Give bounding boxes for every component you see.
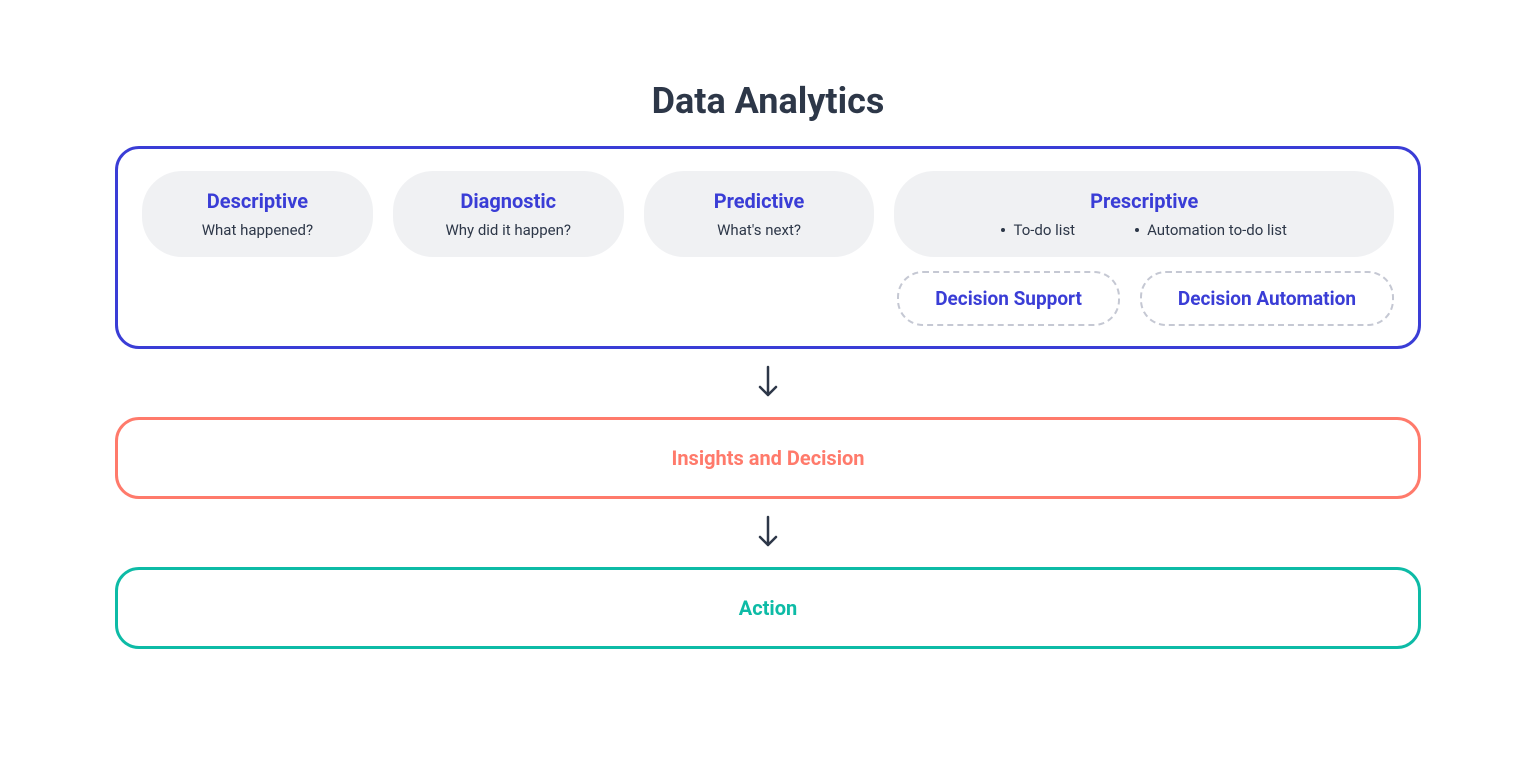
diagram-container: Data Analytics Descriptive What happened… <box>115 80 1421 649</box>
diagnostic-title: Diagnostic <box>460 189 556 213</box>
prescriptive-title: Prescriptive <box>1090 189 1198 213</box>
pills-row: Descriptive What happened? Diagnostic Wh… <box>142 171 1394 257</box>
arrow-down-icon <box>756 365 780 401</box>
descriptive-title: Descriptive <box>207 189 308 213</box>
decision-automation-pill: Decision Automation <box>1140 271 1394 326</box>
prescriptive-bullet-2: Automation to-do list <box>1135 221 1287 239</box>
dashed-row: Decision Support Decision Automation <box>142 271 1394 326</box>
diagnostic-pill: Diagnostic Why did it happen? <box>393 171 624 257</box>
diagnostic-subtitle: Why did it happen? <box>445 221 571 239</box>
diagram-title: Data Analytics <box>652 80 885 122</box>
predictive-subtitle: What's next? <box>717 221 801 239</box>
prescriptive-bullets: To-do list Automation to-do list <box>1001 221 1286 239</box>
analytics-box: Descriptive What happened? Diagnostic Wh… <box>115 146 1421 349</box>
predictive-pill: Predictive What's next? <box>644 171 875 257</box>
predictive-title: Predictive <box>714 189 805 213</box>
bullet-dot-icon <box>1001 228 1005 232</box>
action-box: Action <box>115 567 1421 649</box>
descriptive-pill: Descriptive What happened? <box>142 171 373 257</box>
insights-box: Insights and Decision <box>115 417 1421 499</box>
prescriptive-bullet-1: To-do list <box>1001 221 1075 239</box>
prescriptive-pill: Prescriptive To-do list Automation to-do… <box>894 171 1394 257</box>
decision-support-pill: Decision Support <box>897 271 1120 326</box>
bullet-text-1: To-do list <box>1013 221 1075 239</box>
arrow-down-icon <box>756 515 780 551</box>
bullet-dot-icon <box>1135 228 1139 232</box>
bullet-text-2: Automation to-do list <box>1147 221 1287 239</box>
descriptive-subtitle: What happened? <box>202 221 313 239</box>
